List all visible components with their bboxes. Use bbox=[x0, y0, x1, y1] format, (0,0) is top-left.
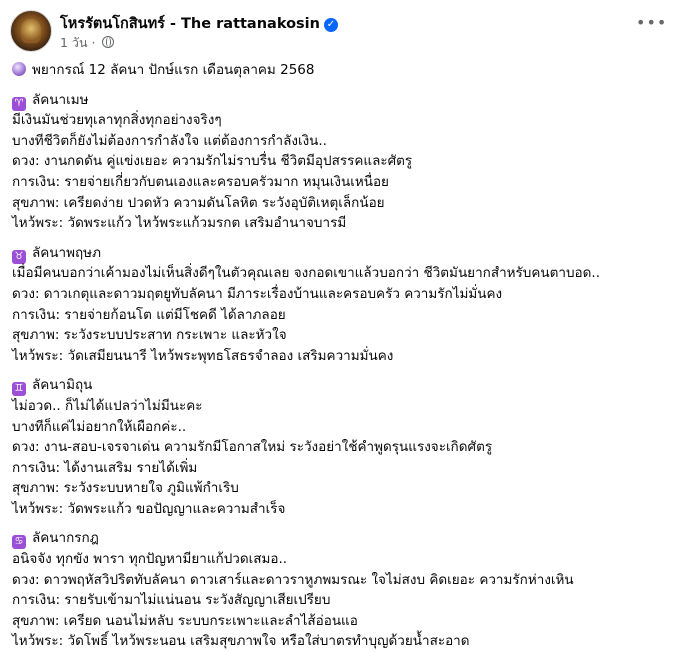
section-title-text: ลัคนากรกฎ bbox=[32, 530, 99, 547]
crystal-ball-icon bbox=[12, 62, 26, 76]
section-title-text: ลัคนาพฤษภ bbox=[32, 244, 101, 261]
page-name-row: โหรรัตนโกสินทร์ - The rattanakosin ✓ bbox=[60, 12, 338, 35]
zodiac-section-taurus: ♉ ลัคนาพฤษภ เมื่อมีคนบอกว่าเค้ามองไม่เห็น… bbox=[12, 243, 662, 367]
section-line: ไหว้พระ: วัดเสมียนนารี ไหว้พระพุทธโสธรจำ… bbox=[12, 347, 394, 364]
section-title: ♋ ลัคนากรกฎ bbox=[12, 528, 662, 550]
post-header: โหรรัตนโกสินทร์ - The rattanakosin ✓ 1 วั… bbox=[10, 8, 666, 54]
section-line: สุขภาพ: ระวังระบบหายใจ ภูมิแพ้กำเริบ bbox=[12, 480, 239, 497]
section-line: อนิจจัง ทุกขัง พารา ทุกปัญหามียาแก้ปวดเส… bbox=[12, 551, 288, 568]
cancer-icon: ♋ bbox=[12, 535, 26, 550]
zodiac-section-gemini: ♊ ลัคนามิถุน ไม่อวด.. ก็ไม่ได้แปลว่าไม่มี… bbox=[12, 375, 662, 519]
globe-icon[interactable] bbox=[102, 36, 115, 48]
section-title-text: ลัคนาเมษ bbox=[32, 91, 89, 108]
zodiac-section-aries: ♈ ลัคนาเมษ มีเงินมันช่วยทุเลาทุกสิ่งทุกอย… bbox=[12, 90, 662, 234]
section-line: ดวง: งานกดดัน คู่แข่งเยอะ ความรักไม่ราบร… bbox=[12, 153, 413, 170]
section-line: ไหว้พระ: วัดโพธิ์ ไหว้พระนอน เสริมสุขภาพ… bbox=[12, 633, 470, 650]
section-line: บางทีก็แค่ไม่อยากให้เผือกค่ะ.. bbox=[12, 418, 187, 435]
section-title: ♉ ลัคนาพฤษภ bbox=[12, 243, 662, 264]
section-title: ♈ ลัคนาเมษ bbox=[12, 90, 662, 111]
section-title: ♊ ลัคนามิถุน bbox=[12, 375, 662, 397]
post-meta: 1 วัน · bbox=[60, 33, 115, 53]
verified-badge-icon: ✓ bbox=[323, 18, 338, 32]
post-timestamp[interactable]: 1 วัน bbox=[60, 35, 88, 50]
zodiac-section-cancer: ♋ ลัคนากรกฎ อนิจจัง ทุกขัง พารา ทุกปัญหาม… bbox=[12, 528, 662, 652]
aries-icon: ♈ bbox=[12, 96, 26, 111]
more-options-icon[interactable]: ••• bbox=[636, 15, 666, 34]
post-body: พยากรณ์ 12 ลัคนา ปักษ์แรก เดือนตุลาคม 25… bbox=[12, 60, 662, 652]
page-avatar[interactable] bbox=[10, 10, 52, 52]
section-line: มีเงินมันช่วยทุเลาทุกสิ่งทุกอย่างจริงๆ bbox=[12, 112, 222, 129]
taurus-icon: ♉ bbox=[12, 249, 26, 264]
section-line: การเงิน: รายจ่ายเกี่ยวกับตนเองและครอบครั… bbox=[12, 173, 389, 190]
page-name-link[interactable]: โหรรัตนโกสินทร์ - The rattanakosin bbox=[60, 16, 320, 32]
section-line: ดวง: ดาวพฤหัสวิปริตทับลัคนา ดาวเสาร์และด… bbox=[12, 571, 574, 588]
section-line: ดวง: ดาวเกตุและดาวมฤตยูทับลัคนา มีภาระเร… bbox=[12, 285, 503, 302]
section-line: เมื่อมีคนบอกว่าเค้ามองไม่เห็นสิ่งดีๆในตั… bbox=[12, 265, 601, 282]
section-line: สุขภาพ: เครียดง่าย ปวดหัว ความดันโลหิต ร… bbox=[12, 194, 385, 211]
section-line: สุขภาพ: ระวังระบบประสาท กระเพาะ และหัวใจ bbox=[12, 327, 287, 344]
section-line: ไม่อวด.. ก็ไม่ได้แปลว่าไม่มีนะคะ bbox=[12, 397, 203, 414]
post-headline: พยากรณ์ 12 ลัคนา ปักษ์แรก เดือนตุลาคม 25… bbox=[12, 60, 662, 81]
section-title-text: ลัคนามิถุน bbox=[32, 377, 93, 394]
section-line: การเงิน: รายรับเข้ามาไม่แน่นอน ระวังสัญญ… bbox=[12, 592, 331, 609]
meta-separator: · bbox=[91, 35, 96, 50]
section-line: ไหว้พระ: วัดพระแก้ว ไหว้พระแก้วมรกต เสริ… bbox=[12, 215, 347, 232]
gemini-icon: ♊ bbox=[12, 382, 26, 397]
section-line: สุขภาพ: เครียด นอนไม่หลับ ระบบกระเพาะและ… bbox=[12, 612, 358, 629]
facebook-post: โหรรัตนโกสินทร์ - The rattanakosin ✓ 1 วั… bbox=[0, 0, 674, 649]
section-line: บางทีชีวิตก็ยังไม่ต้องการกำลังใจ แต่ต้อง… bbox=[12, 132, 327, 149]
section-line: ไหว้พระ: วัดพระแก้ว ขอปัญญาและความสำเร็จ bbox=[12, 500, 286, 517]
headline-text: พยากรณ์ 12 ลัคนา ปักษ์แรก เดือนตุลาคม 25… bbox=[32, 62, 315, 78]
section-line: ดวง: งาน-สอบ-เจรจาเด่น ความรักมีโอกาสใหม… bbox=[12, 439, 493, 456]
section-line: การเงิน: ได้งานเสริม รายได้เพิ่ม bbox=[12, 459, 198, 476]
section-line: การเงิน: รายจ่ายก้อนโต แต่มีโชคดี ได้ลาภ… bbox=[12, 306, 286, 323]
